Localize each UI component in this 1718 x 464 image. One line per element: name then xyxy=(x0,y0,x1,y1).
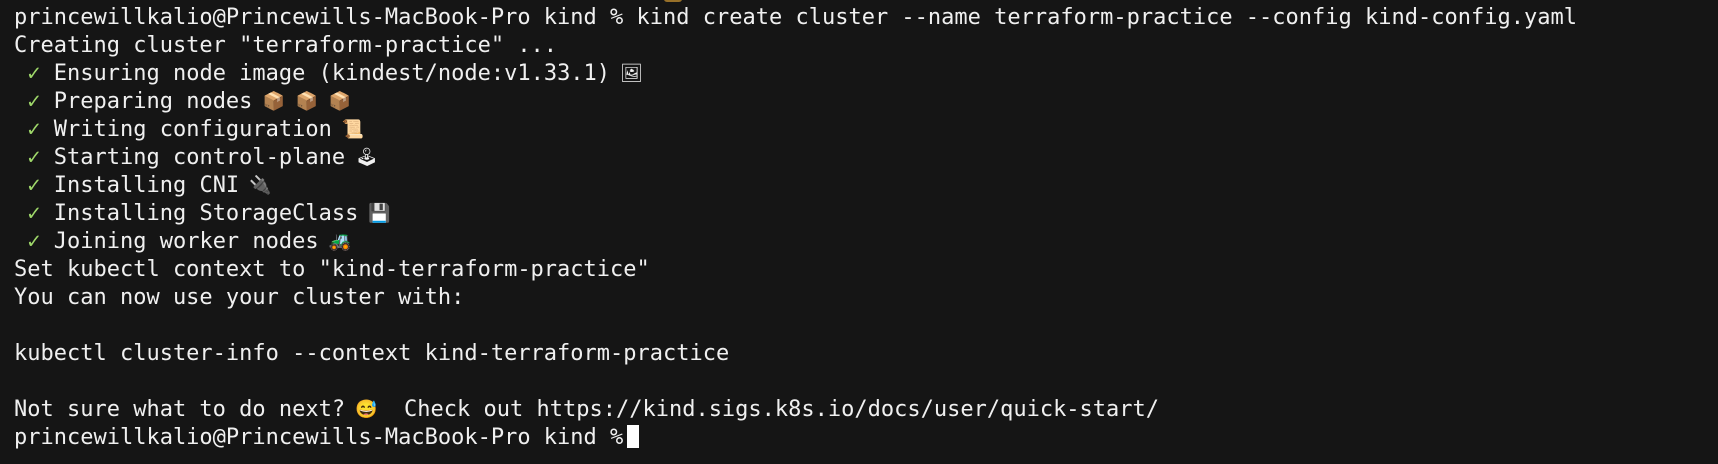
plug-icon: 🔌 xyxy=(249,175,272,196)
joystick-icon: 🕹 xyxy=(355,147,379,168)
not-sure-line: Not sure what to do next? 😅 Check out htt… xyxy=(14,396,1718,424)
command-line: princewillkalio@Princewills-MacBook-Pro … xyxy=(14,4,1718,32)
step-label: Preparing nodes xyxy=(53,89,253,114)
floppy-disk-icon: 💾 xyxy=(368,203,391,224)
checkmark-icon: ✓ xyxy=(14,229,54,254)
prompt: princewillkalio@Princewills-MacBook-Pro … xyxy=(14,425,624,450)
step-preparing-nodes: ✓ Preparing nodes 📦 📦 📦 xyxy=(14,88,1718,116)
step-label: Joining worker nodes xyxy=(53,229,319,254)
previous-line-emoji-fragment xyxy=(664,0,682,2)
step-writing-configuration: ✓ Writing configuration 📜 xyxy=(14,116,1718,144)
final-prompt-line[interactable]: princewillkalio@Princewills-MacBook-Pro … xyxy=(14,424,1718,452)
step-ensuring-node-image: ✓ Ensuring node image (kindest/node:v1.3… xyxy=(14,60,1718,88)
checkmark-icon: ✓ xyxy=(14,145,54,170)
checkmark-icon: ✓ xyxy=(14,117,54,142)
set-context-line: Set kubectl context to "kind-terraform-p… xyxy=(14,257,650,282)
prompt: princewillkalio@Princewills-MacBook-Pro … xyxy=(14,5,624,30)
command-text: kind create cluster --name terraform-pra… xyxy=(636,5,1577,30)
framed-picture-icon: 🖼 xyxy=(620,63,643,84)
step-label: Installing CNI xyxy=(53,173,240,198)
step-starting-control-plane: ✓ Starting control-plane 🕹 xyxy=(14,144,1718,172)
checkmark-icon: ✓ xyxy=(14,61,54,86)
grinning-sweat-icon: 😅 xyxy=(355,399,378,420)
creating-cluster-line: Creating cluster "terraform-practice" ..… xyxy=(14,33,558,58)
package-icon: 📦 📦 📦 xyxy=(262,91,352,112)
step-label: Starting control-plane xyxy=(53,145,346,170)
check-out-link-text: Check out https://kind.sigs.k8s.io/docs/… xyxy=(377,397,1160,422)
step-label: Installing StorageClass xyxy=(53,201,359,226)
tractor-icon: 🚜 xyxy=(328,231,352,252)
step-installing-storageclass: ✓ Installing StorageClass 💾 xyxy=(14,200,1718,228)
step-joining-worker-nodes: ✓ Joining worker nodes 🚜 xyxy=(14,228,1718,256)
not-sure-text: Not sure what to do next? xyxy=(14,397,346,422)
checkmark-icon: ✓ xyxy=(14,201,54,226)
step-label: Ensuring node image (kindest/node:v1.33.… xyxy=(53,61,611,86)
terminal-window[interactable]: princewillkalio@Princewills-MacBook-Pro … xyxy=(0,0,1718,464)
step-installing-cni: ✓ Installing CNI 🔌 xyxy=(14,172,1718,200)
checkmark-icon: ✓ xyxy=(14,89,54,114)
text-cursor xyxy=(627,425,640,448)
use-cluster-line: You can now use your cluster with: xyxy=(14,285,465,310)
checkmark-icon: ✓ xyxy=(14,173,54,198)
cluster-info-command-line: kubectl cluster-info --context kind-terr… xyxy=(14,341,730,366)
scroll-icon: 📜 xyxy=(341,119,365,140)
step-label: Writing configuration xyxy=(53,117,332,142)
